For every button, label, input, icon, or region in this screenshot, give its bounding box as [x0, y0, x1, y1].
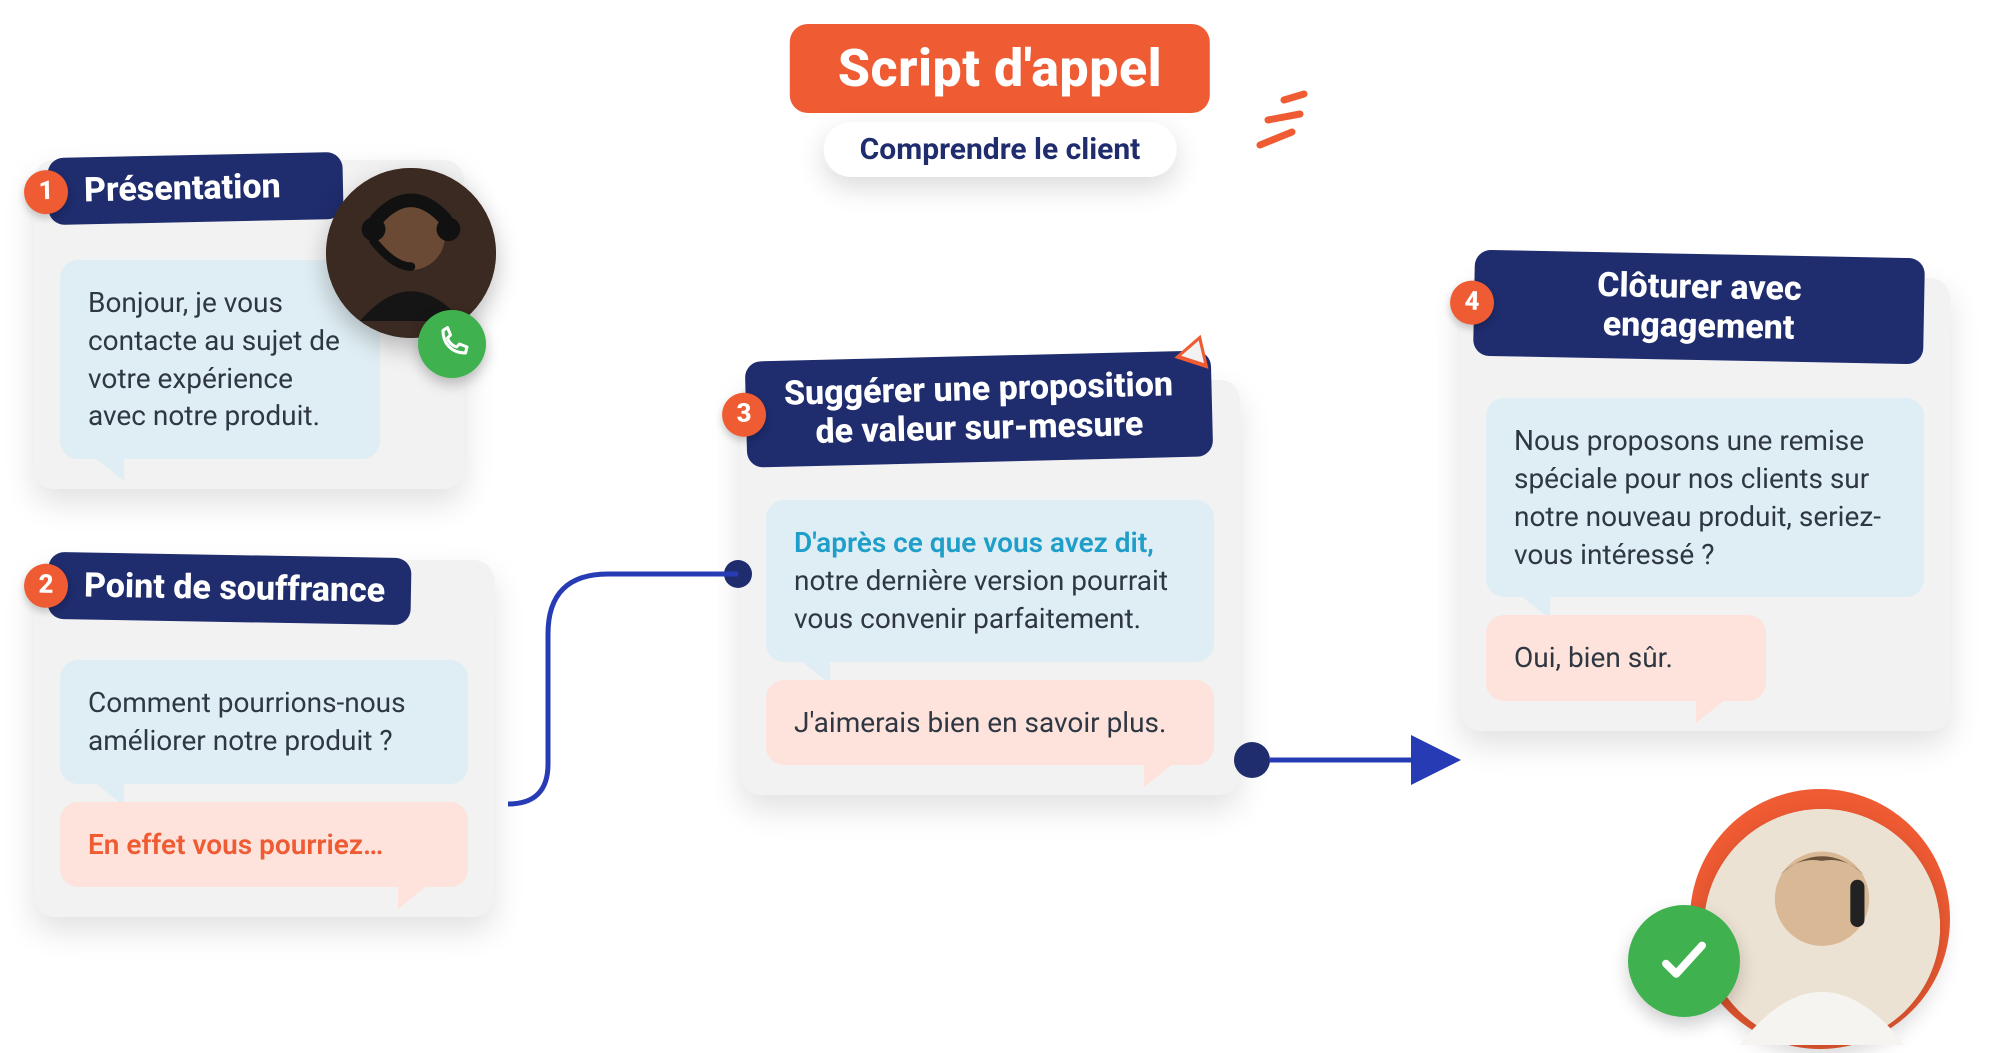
- step-title-3: 3 Suggérer une proposition de valeur sur…: [745, 350, 1213, 468]
- step-title-2: 2 Point de souffrance: [47, 552, 411, 625]
- step-number-2: 2: [24, 563, 69, 608]
- step-title-label: Clôturer avec engagement: [1597, 265, 1802, 348]
- phone-icon: [418, 310, 486, 378]
- step-number-1: 1: [24, 169, 69, 214]
- client-avatar: [1704, 809, 1940, 1045]
- step-title-label: Suggérer une proposition de valeur sur-m…: [783, 364, 1173, 452]
- bubble-text: notre dernière version pourrait vous con…: [794, 564, 1168, 635]
- speech-bubble-agent: Comment pourrions-nous améliorer notre p…: [60, 660, 468, 784]
- connector-3-to-4: [1236, 740, 1476, 800]
- speech-bubble-client: En effet vous pourriez…: [60, 802, 468, 888]
- step-title-1: 1 Présentation: [47, 152, 343, 225]
- step-number-3: 3: [722, 392, 767, 437]
- header-subtitle: Comprendre le client: [824, 122, 1177, 177]
- step-number-4: 4: [1450, 280, 1495, 325]
- connector-2-to-3: [494, 560, 754, 820]
- header-title: Script d'appel: [790, 24, 1210, 113]
- step-title-4: 4 Clôturer avec engagement: [1473, 250, 1925, 365]
- speech-bubble-agent: Nous proposons une remise spéciale pour …: [1486, 398, 1924, 597]
- step-card-4: 4 Clôturer avec engagement Nous proposon…: [1460, 278, 1950, 731]
- speech-bubble-agent: D'après ce que vous avez dit, notre dern…: [766, 500, 1214, 661]
- highlight-text: D'après ce que vous avez dit,: [794, 526, 1154, 559]
- step-card-3: 3 Suggérer une proposition de valeur sur…: [740, 380, 1240, 795]
- step-title-label: Point de souffrance: [84, 565, 386, 610]
- speech-bubble-client: Oui, bien sûr.: [1486, 615, 1766, 701]
- agent-avatar: [326, 168, 496, 338]
- spark-decoration-icon: [1250, 90, 1330, 170]
- check-icon: [1628, 905, 1740, 1017]
- highlight-text: En effet vous pourriez…: [88, 828, 383, 861]
- speech-bubble-client: J'aimerais bien en savoir plus.: [766, 680, 1214, 766]
- step-card-2: 2 Point de souffrance Comment pourrions-…: [34, 560, 494, 917]
- step-title-label: Présentation: [84, 166, 281, 210]
